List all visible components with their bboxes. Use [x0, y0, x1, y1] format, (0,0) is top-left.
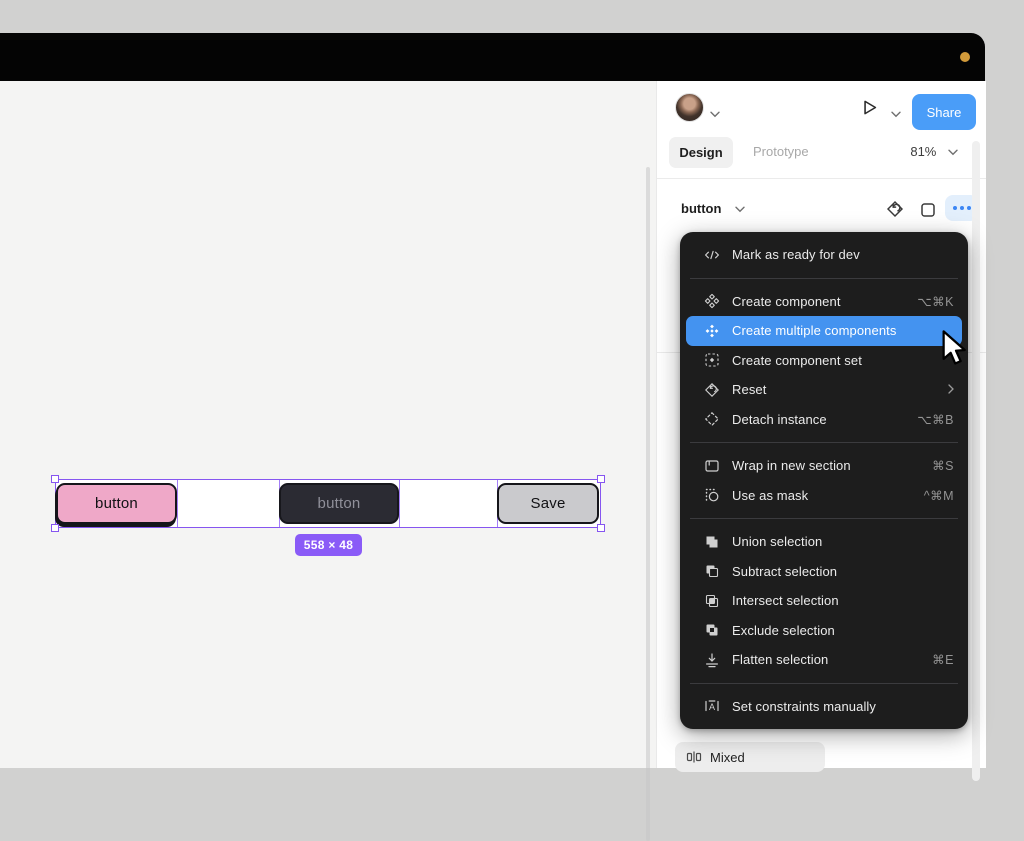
canvas-scrollbar[interactable] — [646, 167, 650, 841]
panel-scrollbar[interactable] — [972, 141, 980, 781]
resize-handle-top-right[interactable] — [597, 475, 605, 483]
avatar[interactable] — [675, 93, 704, 122]
selected-frame[interactable]: button button Save — [55, 479, 601, 528]
recording-indicator-dot — [960, 52, 970, 62]
header-divider — [657, 178, 986, 179]
menu-divider — [690, 442, 958, 443]
present-play-icon[interactable] — [860, 98, 879, 122]
menu-item-detach-instance[interactable]: Detach instance ⌥⌘B — [686, 405, 962, 435]
component-icon — [704, 293, 720, 309]
instance-frame-icon[interactable] — [920, 202, 936, 223]
menu-item-union-selection[interactable]: Union selection — [686, 527, 962, 557]
component-set-icon — [704, 352, 720, 368]
dimension-badge: 558 × 48 — [295, 534, 362, 556]
menu-item-create-multiple-components[interactable]: Create multiple components — [686, 316, 962, 346]
menu-item-wrap-in-new-section[interactable]: Wrap in new section ⌘S — [686, 451, 962, 481]
section-icon — [704, 458, 720, 474]
intersect-icon — [704, 593, 720, 609]
layer-context-menu: Mark as ready for dev Create component ⌥… — [680, 232, 968, 729]
tab-design[interactable]: Design — [669, 137, 733, 168]
reset-instance-icon[interactable] — [886, 200, 904, 223]
mask-icon — [704, 487, 720, 503]
subtract-icon — [704, 563, 720, 579]
share-button[interactable]: Share — [912, 94, 976, 130]
menu-item-exclude-selection[interactable]: Exclude selection — [686, 616, 962, 646]
exclude-icon — [704, 622, 720, 638]
svg-text:A: A — [709, 702, 715, 712]
dot — [967, 206, 971, 210]
canvas-button-dark[interactable]: button — [279, 483, 399, 524]
manual-constraints-icon: A — [704, 698, 720, 714]
menu-item-flatten-selection[interactable]: Flatten selection ⌘E — [686, 645, 962, 675]
multi-component-icon — [704, 323, 720, 339]
menu-item-mark-ready-for-dev[interactable]: Mark as ready for dev — [686, 240, 962, 270]
menu-item-set-constraints-manually[interactable]: A Set constraints manually — [686, 692, 962, 722]
design-canvas[interactable]: button button Save 558 × 48 — [0, 81, 656, 768]
flatten-icon — [704, 652, 720, 668]
canvas-button-pink[interactable]: button — [56, 483, 177, 524]
tab-prototype[interactable]: Prototype — [753, 144, 809, 159]
resize-handle-top-left[interactable] — [51, 475, 59, 483]
zoom-level-control[interactable]: 81% — [910, 144, 958, 159]
resize-handle-bottom-right[interactable] — [597, 524, 605, 532]
mixed-label: Mixed — [710, 750, 745, 765]
code-icon — [704, 247, 720, 263]
dot — [960, 206, 964, 210]
dot — [953, 206, 957, 210]
layer-name-label: button — [681, 201, 721, 216]
avatar-chevron-icon[interactable] — [710, 105, 720, 123]
detach-icon — [704, 411, 720, 427]
menu-item-intersect-selection[interactable]: Intersect selection — [686, 586, 962, 616]
menu-divider — [690, 518, 958, 519]
resize-handle-bottom-left[interactable] — [51, 524, 59, 532]
app-toolbar — [0, 33, 985, 81]
menu-item-use-as-mask[interactable]: Use as mask ^⌘M — [686, 481, 962, 511]
menu-item-create-component-set[interactable]: Create component set — [686, 346, 962, 376]
canvas-button-save[interactable]: Save — [497, 483, 599, 524]
menu-divider — [690, 278, 958, 279]
menu-item-subtract-selection[interactable]: Subtract selection — [686, 557, 962, 587]
menu-item-create-component[interactable]: Create component ⌥⌘K — [686, 287, 962, 317]
menu-item-reset[interactable]: Reset — [686, 375, 962, 405]
constraints-icon — [686, 749, 702, 765]
menu-divider — [690, 683, 958, 684]
submenu-chevron-icon — [948, 383, 954, 397]
present-chevron-icon[interactable] — [891, 105, 901, 123]
reset-icon — [704, 382, 720, 398]
union-icon — [704, 534, 720, 550]
selected-layer-name[interactable]: button — [681, 201, 745, 216]
zoom-level-value: 81% — [910, 144, 936, 159]
